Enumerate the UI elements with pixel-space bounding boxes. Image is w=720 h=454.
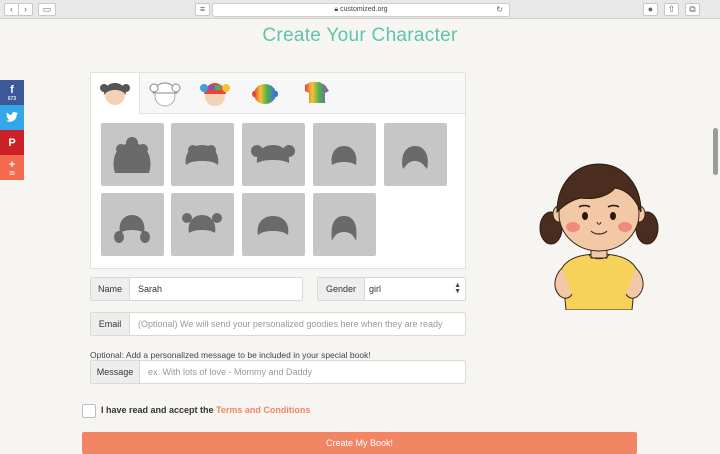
tab-shirt[interactable] [291,73,339,113]
hair-color-tab-icon [200,83,230,106]
terms-label: I have read and accept the Terms and Con… [101,405,310,415]
hairstyle-option-7[interactable] [171,193,234,256]
gender-select[interactable]: girl [365,278,381,300]
sidebar-toggle-icon[interactable]: ▭ [38,3,56,16]
hairstyle-1-icon [113,137,151,173]
tab-hair-color[interactable] [191,73,239,113]
email-label: Email [91,313,130,335]
select-arrows-icon: ▲ ▼ [454,282,461,295]
social-share-bar: f 673 P + 35 [0,80,24,180]
hairstyle-4-icon [331,146,357,165]
terms-prefix: I have read and accept the [101,405,217,415]
message-input[interactable]: ex. With lots of love - Mommy and Daddy [140,361,312,383]
hairstyle-9-icon [331,216,357,241]
customizer-tabs [91,73,465,114]
address-bar[interactable]: 🔒︎ customized.org ↻ [212,3,510,17]
email-input[interactable]: (Optional) We will send your personalize… [130,313,443,335]
name-label: Name [91,278,130,300]
hairstyle-option-1[interactable] [101,123,164,186]
message-label: Message [91,361,140,383]
tabs-icon[interactable]: ⧉ [685,3,700,16]
hairstyle-option-9[interactable] [313,193,376,256]
tab-hat[interactable] [141,73,189,113]
terms-checkbox[interactable] [82,404,96,418]
facebook-count: 673 [7,96,17,102]
create-book-button[interactable]: Create My Book! [82,432,637,454]
facebook-icon: f [10,84,14,96]
lock-icon: 🔒︎ [334,6,339,13]
url-text: customized.org [340,6,388,13]
character-customizer [90,72,466,269]
tab-skin-tone[interactable] [241,73,289,113]
shirt-tab-icon [305,82,329,103]
hairstyle-option-3[interactable] [242,123,305,186]
back-button[interactable]: ‹ [4,3,19,16]
gender-field[interactable]: Gender girl ▲ ▼ [317,277,466,301]
share-icon[interactable]: ⇧ [664,3,679,16]
hairstyle-3-icon [251,145,295,163]
hairstyle-option-6[interactable] [101,193,164,256]
character-preview [539,163,659,310]
terms-link[interactable]: Terms and Conditions [216,405,310,415]
twitter-share-button[interactable] [0,105,24,130]
hairstyle-option-5[interactable] [384,123,447,186]
browser-toolbar: ‹ › ▭ ≡ 🔒︎ customized.org ↻ ● ⇧ ⧉ [0,0,720,19]
message-field[interactable]: Message ex. With lots of love - Mommy an… [90,360,466,384]
skin-tone-tab-icon [252,84,278,104]
message-note: Optional: Add a personalized message to … [90,350,371,360]
hairstyle-option-2[interactable] [171,123,234,186]
hairstyle-8-icon [257,216,289,235]
page-title: Create Your Character [262,25,458,46]
pinterest-icon: P [8,137,16,149]
hat-tab-icon [149,82,181,107]
hairstyle-6-icon [114,215,150,243]
name-input[interactable]: Sarah [130,278,162,300]
hairstyle-2-icon [185,145,219,165]
name-field[interactable]: Name Sarah [90,277,303,301]
forward-button[interactable]: › [18,3,33,16]
gender-label: Gender [318,278,365,300]
hairstyle-5-icon [402,146,428,169]
facebook-share-button[interactable]: f 673 [0,80,24,105]
more-share-button[interactable]: + 35 [0,155,24,180]
twitter-icon [6,112,18,122]
tab-hair[interactable] [91,73,140,114]
reload-icon[interactable]: ↻ [496,4,503,16]
plus-icon: + [8,159,16,171]
page-scrollbar[interactable] [713,128,718,175]
hairstyle-7-icon [182,213,222,233]
more-count: 35 [9,171,15,177]
download-icon[interactable]: ● [643,3,658,16]
email-field[interactable]: Email (Optional) We will send your perso… [90,312,466,336]
hairstyle-option-4[interactable] [313,123,376,186]
pinterest-share-button[interactable]: P [0,130,24,155]
hairstyle-option-8[interactable] [242,193,305,256]
reader-icon[interactable]: ≡ [195,3,210,16]
hair-tab-icon [100,83,130,105]
